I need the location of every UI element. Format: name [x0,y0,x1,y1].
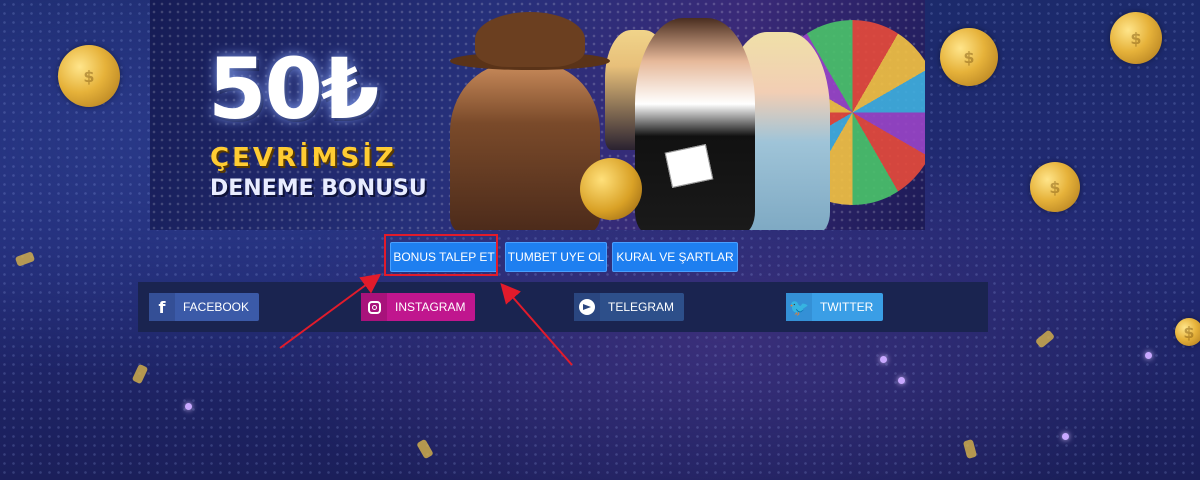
arrow-right [500,282,573,366]
annotation-arrows [279,273,573,366]
arrow-left [279,273,382,349]
